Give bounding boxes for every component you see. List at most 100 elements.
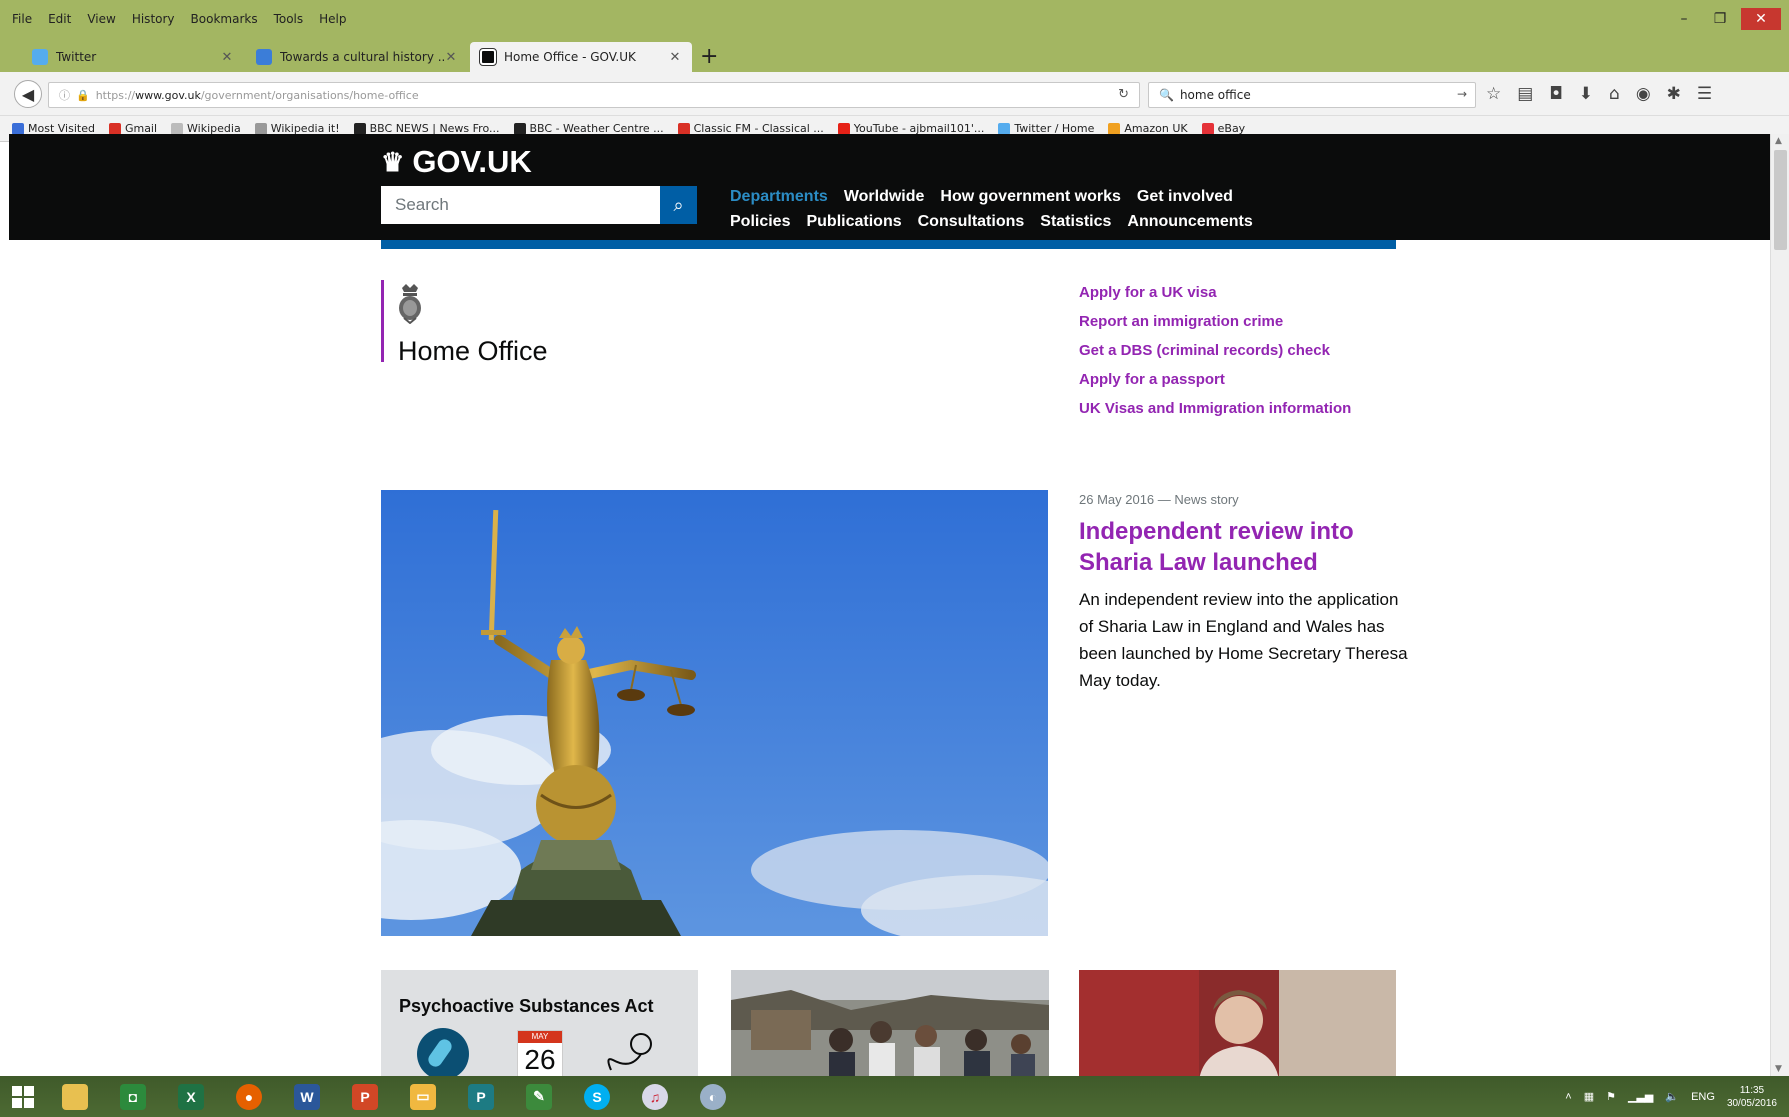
notepad-icon[interactable]: ✎ [517, 1079, 561, 1115]
gmail-icon [108, 122, 121, 135]
close-window-icon[interactable]: ✕ [1741, 8, 1781, 30]
link-apply-uk-visa[interactable]: Apply for a UK visa [1079, 282, 1351, 311]
menu-icon[interactable]: ☰ [1697, 84, 1712, 104]
reading-list-icon[interactable]: ▤ [1517, 84, 1533, 104]
govuk-header: ♛ GOV.UK Search ⌕ Departments Worldwide … [9, 134, 1770, 240]
store-icon[interactable]: ◘ [111, 1079, 155, 1115]
tab-twitter[interactable]: Twitter ✕ [22, 42, 244, 72]
amazon-icon [1108, 122, 1121, 135]
govuk-search-button[interactable]: ⌕ [660, 186, 697, 224]
nav-consultations[interactable]: Consultations [918, 213, 1025, 231]
featured-story-image[interactable] [381, 490, 1048, 936]
url-bar[interactable]: ⓘ 🔒 https://www.gov.uk/government/organi… [48, 82, 1140, 108]
page-scrollbar[interactable]: ▲ ▼ [1770, 134, 1789, 1076]
restore-icon[interactable]: ❐ [1705, 8, 1735, 30]
clock[interactable]: 11:35 30/05/2016 [1727, 1084, 1777, 1110]
organisation-name: Home Office [398, 336, 548, 366]
tab-home-office[interactable]: Home Office - GOV.UK ✕ [470, 42, 692, 72]
signal-icon[interactable]: ▁▃▅ [1628, 1090, 1653, 1103]
header-stripe [381, 240, 1396, 249]
pocket-icon[interactable]: ◘ [1549, 84, 1562, 104]
close-tab-icon[interactable]: ✕ [668, 50, 682, 65]
card-photo-visit[interactable] [731, 970, 1049, 1076]
flag-icon[interactable]: ⚑ [1606, 1090, 1616, 1103]
calendar-icon: MAY 26 [517, 1030, 563, 1076]
word-icon[interactable]: W [285, 1079, 329, 1115]
close-tab-icon[interactable]: ✕ [444, 50, 458, 65]
tab-cultural-history[interactable]: Towards a cultural history ... ✕ [246, 42, 468, 72]
scroll-down-icon[interactable]: ▼ [1775, 1064, 1782, 1074]
link-report-immigration-crime[interactable]: Report an immigration crime [1079, 311, 1351, 340]
close-tab-icon[interactable]: ✕ [220, 50, 234, 65]
card-photo-theresa-may[interactable] [1079, 970, 1396, 1076]
skype-icon[interactable]: S [575, 1079, 619, 1115]
powerpoint-icon[interactable]: P [343, 1079, 387, 1115]
menu-help[interactable]: Help [319, 12, 346, 26]
menu-bookmarks[interactable]: Bookmarks [191, 12, 258, 26]
clock-date: 30/05/2016 [1726, 1097, 1777, 1109]
menu-edit[interactable]: Edit [48, 12, 71, 26]
toolbar-icons: ☆ ▤ ◘ ⬇ ⌂ ◉ ✱ ☰ [1486, 84, 1712, 104]
organisation-logo: Home Office [381, 280, 548, 366]
search-go-icon[interactable]: → [1457, 87, 1467, 101]
publisher-icon[interactable]: P [459, 1079, 503, 1115]
excel-icon[interactable]: X [169, 1079, 213, 1115]
story-title-link[interactable]: Independent review into Sharia Law launc… [1079, 516, 1399, 578]
folder-icon[interactable]: ▭ [401, 1079, 445, 1115]
windows-start-icon[interactable] [0, 1076, 46, 1117]
menu-view[interactable]: View [87, 12, 115, 26]
reload-icon[interactable]: ↻ [1118, 87, 1129, 102]
info-icon[interactable]: ⓘ [59, 87, 70, 103]
nav-worldwide[interactable]: Worldwide [844, 188, 925, 206]
minimize-icon[interactable]: – [1669, 8, 1699, 30]
home-icon[interactable]: ⌂ [1609, 84, 1620, 104]
browser-search-input[interactable]: 🔍 home office → [1148, 82, 1476, 108]
card-psychoactive-substances[interactable]: Psychoactive Substances Act MAY 26 [381, 970, 698, 1076]
download-icon[interactable]: ⬇ [1579, 84, 1593, 104]
story-description: An independent review into the applicati… [1079, 590, 1408, 690]
network-icon[interactable]: ▦ [1584, 1090, 1594, 1103]
wikipedia-icon [171, 122, 184, 135]
twitter-icon [32, 49, 48, 65]
addon-icon[interactable]: ✱ [1667, 84, 1681, 104]
url-path: /government/organisations/home-office [200, 88, 419, 102]
itunes-icon[interactable]: ♫ [633, 1079, 677, 1115]
calendar-day: 26 [524, 1044, 556, 1075]
nav-how-government-works[interactable]: How government works [940, 188, 1120, 206]
nav-get-involved[interactable]: Get involved [1137, 188, 1233, 206]
new-tab-icon[interactable]: + [700, 44, 718, 69]
search-value: home office [1179, 88, 1251, 102]
menu-history[interactable]: History [132, 12, 175, 26]
govuk-logo[interactable]: ♛ GOV.UK [381, 144, 532, 180]
back-icon[interactable]: ◀ [14, 80, 42, 108]
star-bookmark-icon[interactable]: ☆ [1486, 84, 1501, 104]
nav-announcements[interactable]: Announcements [1127, 213, 1252, 231]
nav-departments[interactable]: Departments [730, 188, 828, 206]
menu-tools[interactable]: Tools [274, 12, 304, 26]
file-explorer-icon[interactable] [53, 1079, 97, 1115]
volume-icon[interactable]: 🔈 [1665, 1090, 1679, 1103]
bbc-icon [353, 122, 366, 135]
extension-icon[interactable]: ◉ [1636, 84, 1651, 104]
link-uk-visas-information[interactable]: UK Visas and Immigration information [1079, 398, 1351, 427]
link-apply-passport[interactable]: Apply for a passport [1079, 369, 1351, 398]
search-icon: ⌕ [673, 194, 684, 216]
url-domain: www.gov.uk [135, 88, 201, 102]
scroll-up-icon[interactable]: ▲ [1775, 136, 1782, 146]
tab-label: Twitter [56, 50, 97, 64]
nav-statistics[interactable]: Statistics [1040, 213, 1111, 231]
firefox-icon[interactable]: ● [227, 1079, 271, 1115]
tab-bar: Twitter ✕ Towards a cultural history ...… [0, 38, 1789, 72]
govuk-search-input[interactable]: Search [381, 186, 660, 224]
scrollbar-thumb[interactable] [1774, 150, 1787, 250]
show-hidden-icon[interactable]: ˄ [1565, 1091, 1571, 1103]
paint-icon[interactable]: ◐ [691, 1079, 735, 1115]
menu-file[interactable]: File [12, 12, 32, 26]
nav-policies[interactable]: Policies [730, 213, 790, 231]
language-indicator[interactable]: ENG [1691, 1091, 1715, 1103]
link-dbs-check[interactable]: Get a DBS (criminal records) check [1079, 340, 1351, 369]
search-icon: 🔍 [1159, 88, 1174, 102]
page-viewport: ♛ GOV.UK Search ⌕ Departments Worldwide … [9, 134, 1770, 1076]
nav-publications[interactable]: Publications [806, 213, 901, 231]
url-prefix: https:// [95, 88, 136, 102]
